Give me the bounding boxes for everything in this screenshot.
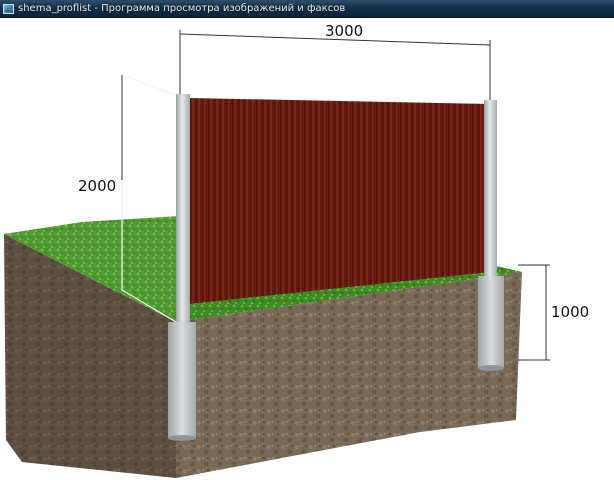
profiled-sheet-shade [188, 98, 490, 304]
image-viewer-icon [3, 3, 14, 14]
depth-dimension-label: 1000 [551, 303, 589, 321]
fence-diagram: 3000 2000 1000 Avito [4, 22, 602, 478]
width-dimension-label: 3000 [325, 22, 363, 40]
avito-watermark-text: Avito [538, 448, 602, 473]
height-dimension-label: 2000 [78, 177, 116, 195]
right-pile-base [478, 365, 504, 371]
window-title: shema_proflist - Программа просмотра изо… [18, 3, 346, 14]
right-pile [478, 276, 504, 368]
avito-logo-icon [506, 441, 535, 466]
left-pile-base [168, 435, 196, 441]
image-canvas: 3000 2000 1000 Avito [0, 18, 614, 480]
window-titlebar[interactable]: shema_proflist - Программа просмотра изо… [0, 0, 614, 18]
avito-watermark: Avito [506, 441, 602, 473]
right-post [484, 100, 497, 276]
left-post [176, 94, 190, 322]
left-pile [168, 322, 196, 438]
